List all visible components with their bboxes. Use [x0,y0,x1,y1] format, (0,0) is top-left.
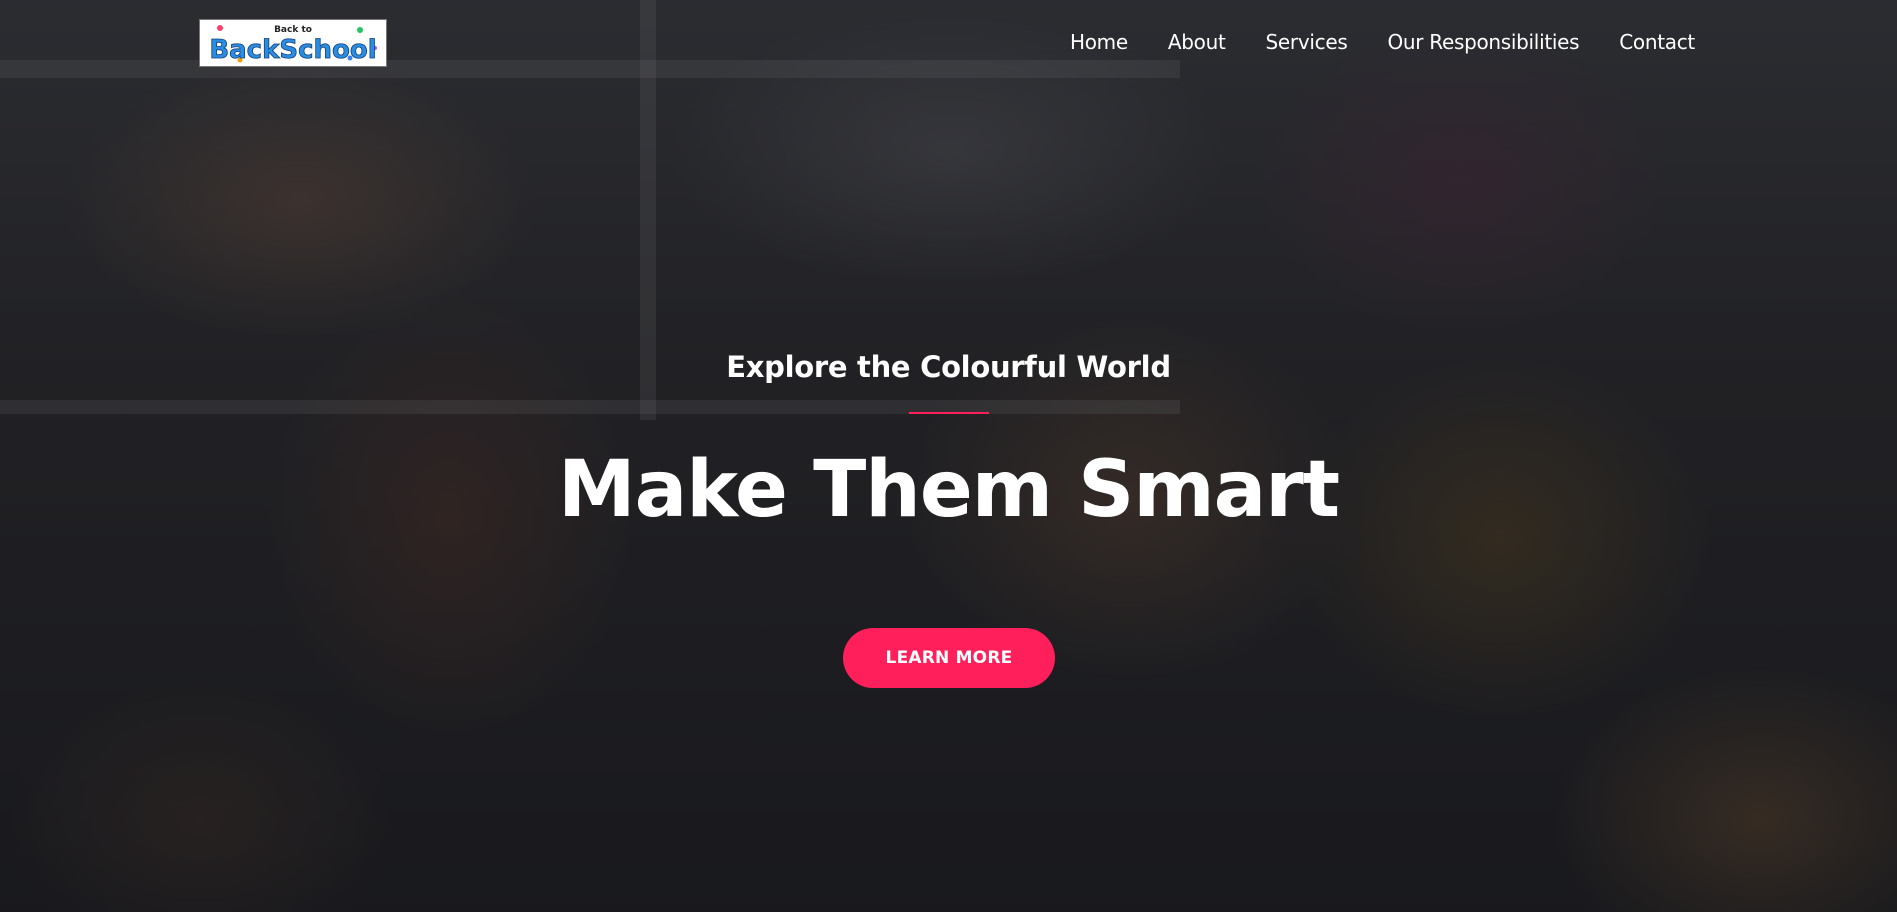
hero-headline: Make Them Smart [558,445,1340,535]
hero-divider [909,412,989,414]
nav-link-about[interactable]: About [1168,30,1226,54]
nav-item-our-responsibilities: Our Responsibilities [1387,30,1579,54]
logo-small-text: Back to [274,25,312,35]
nav-link-our-responsibilities[interactable]: Our Responsibilities [1387,30,1579,54]
hero-section: Back to BackSchool Home About Services O… [0,0,1897,912]
logo-image: Back to BackSchool [200,20,386,66]
learn-more-button[interactable]: LEARN MORE [843,628,1055,688]
site-logo[interactable]: Back to BackSchool [199,19,387,67]
nav-link-home[interactable]: Home [1070,30,1128,54]
logo-main-text: BackSchool [209,35,376,65]
nav-item-contact: Contact [1619,30,1695,54]
nav-link-services[interactable]: Services [1266,30,1348,54]
nav-link-contact[interactable]: Contact [1619,30,1695,54]
nav-item-home: Home [1070,30,1128,54]
nav-item-about: About [1168,30,1226,54]
hero-subtitle: Explore the Colourful World [726,350,1171,384]
main-navigation: Home About Services Our Responsibilities… [1070,30,1695,54]
nav-item-services: Services [1266,30,1348,54]
